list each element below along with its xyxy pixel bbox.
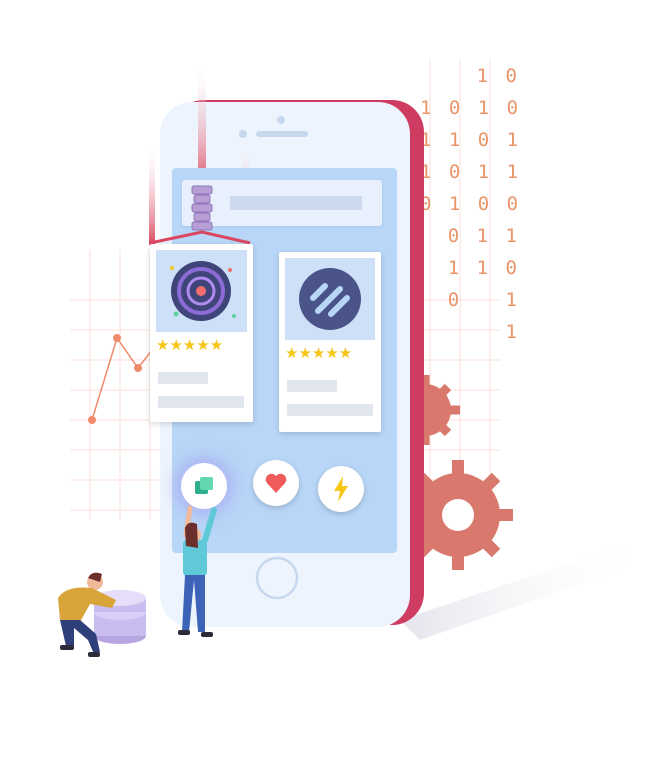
woman-figure [178, 505, 217, 637]
man-figure [58, 572, 146, 657]
people-illustration [58, 505, 217, 657]
